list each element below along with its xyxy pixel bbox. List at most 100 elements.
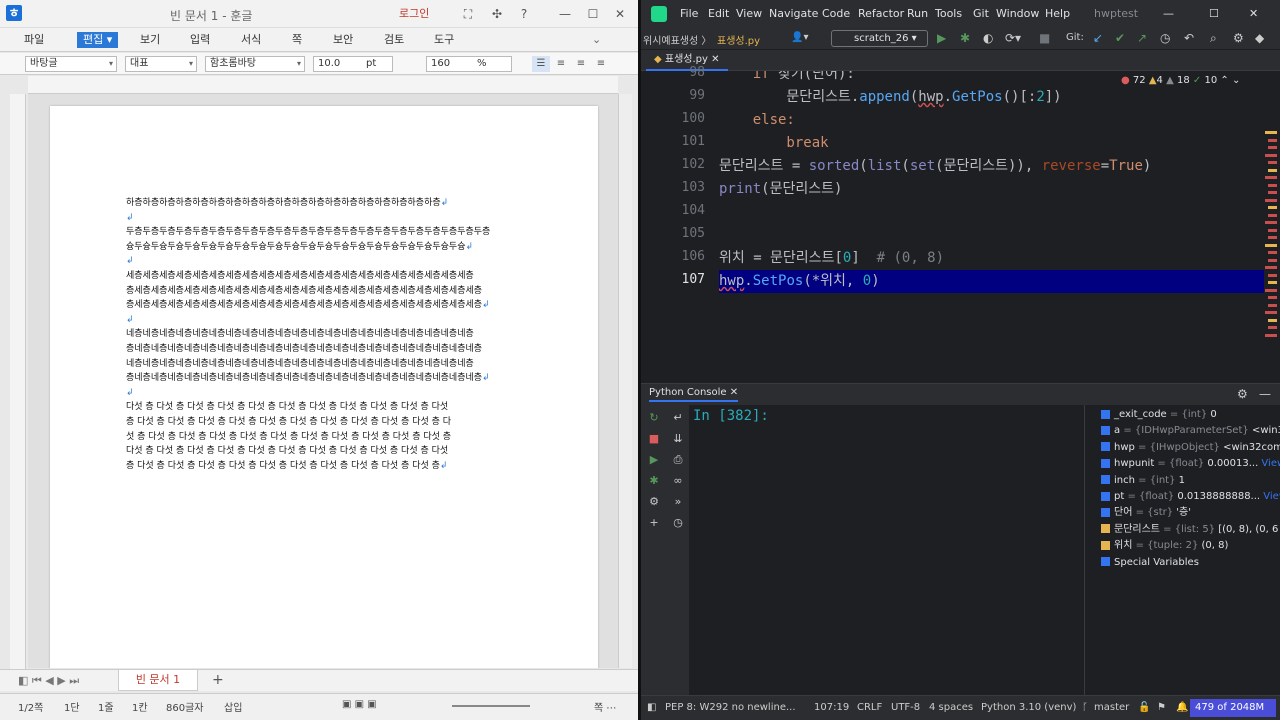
- console-output[interactable]: In [382]:: [691, 405, 1084, 695]
- menu-page[interactable]: 쪽: [292, 32, 302, 48]
- error-stripe-mark[interactable]: [1268, 273, 1277, 277]
- breadcrumb[interactable]: 위시예표생성 〉: [643, 32, 711, 47]
- coverage-icon[interactable]: ◐: [983, 31, 993, 45]
- font-combo[interactable]: 함초롬바탕 ▾: [205, 56, 305, 72]
- zoom-field[interactable]: 160%: [426, 56, 512, 72]
- chevron-down-icon[interactable]: ⌄: [1232, 75, 1240, 86]
- vertical-ruler[interactable]: [10, 94, 26, 669]
- debug-icon[interactable]: ✱: [647, 474, 661, 488]
- run-icon[interactable]: ▶: [937, 31, 946, 45]
- error-stripe-mark[interactable]: [1268, 161, 1277, 164]
- menu-help[interactable]: Help: [1045, 7, 1070, 20]
- variable-row[interactable]: a = {IDHwpParameterSet} <win3: [1089, 423, 1280, 439]
- empty-paragraph[interactable]: ↲: [126, 254, 526, 269]
- close-icon[interactable]: ✕: [612, 6, 628, 22]
- error-stripe-mark[interactable]: [1268, 281, 1277, 284]
- paragraph-2[interactable]: 두층두층두층두층두층두층두층두층두층두층두층두층두층두층두층두층두층두층두층두층…: [126, 225, 526, 254]
- code-line[interactable]: if 찾기(단어):: [719, 71, 855, 86]
- git-update-icon[interactable]: ↙: [1093, 31, 1103, 45]
- close-tab-icon[interactable]: ✕: [711, 54, 719, 65]
- history-icon[interactable]: ◷: [671, 516, 685, 530]
- font-size-field[interactable]: 10.0 pt: [313, 56, 393, 72]
- search-icon[interactable]: ⌕: [1210, 31, 1217, 46]
- status-interpreter[interactable]: Python 3.10 (venv): [981, 702, 1076, 713]
- resize-icon[interactable]: ✣: [489, 6, 505, 22]
- page-nav-icon[interactable]: ◧ ⏮ ◀ ▶ ⏭: [18, 674, 79, 688]
- help-icon[interactable]: ?: [516, 6, 532, 22]
- debug-icon[interactable]: ✱: [960, 31, 970, 45]
- zoom-menu-icon[interactable]: 쪽 ⋯: [594, 699, 616, 714]
- variable-row[interactable]: 문단리스트 = {list: 5} [(0, 8), (0, 6: [1089, 522, 1280, 538]
- view-link[interactable]: View: [1258, 458, 1280, 469]
- error-stripe-mark[interactable]: [1268, 168, 1277, 172]
- code-line[interactable]: 문단리스트 = sorted(list(set(문단리스트)), reverse…: [719, 155, 1151, 178]
- notifications-icon[interactable]: ⚑: [1157, 702, 1166, 713]
- error-stripe-mark[interactable]: [1268, 258, 1277, 262]
- status-encoding[interactable]: UTF-8: [891, 702, 920, 713]
- lock-icon[interactable]: 🔓: [1138, 702, 1150, 713]
- menu-navigate[interactable]: Navigate: [769, 7, 818, 20]
- code-line[interactable]: break: [719, 132, 828, 155]
- error-stripe-mark[interactable]: [1268, 213, 1277, 217]
- run-config-select[interactable]: scratch_26 ▾: [831, 30, 928, 47]
- paragraph-3[interactable]: 세층세층세층세층세층세층세층세층세층세층세층세층세층세층세층세층세층세층세층세층…: [126, 269, 526, 313]
- close-tab-icon[interactable]: ✕: [730, 387, 738, 398]
- memory-indicator[interactable]: 479 of 2048M: [1190, 699, 1276, 717]
- error-stripe-mark[interactable]: [1268, 251, 1277, 254]
- breadcrumb-file[interactable]: 표생성.py: [717, 32, 760, 47]
- menu-file[interactable]: 파일: [24, 32, 44, 48]
- error-stripe-mark[interactable]: [1265, 288, 1277, 292]
- user-icon[interactable]: 👤▾: [791, 32, 808, 43]
- profile-icon[interactable]: ⟳▾: [1005, 31, 1021, 45]
- menu-window[interactable]: Window: [996, 7, 1039, 20]
- menu-tools[interactable]: Tools: [935, 7, 962, 20]
- error-stripe-mark[interactable]: [1268, 138, 1277, 142]
- settings-icon[interactable]: ⚙: [1233, 31, 1244, 45]
- ide-logo-icon[interactable]: ◆: [1255, 31, 1264, 45]
- error-stripe[interactable]: [1265, 71, 1277, 364]
- minimize-icon[interactable]: —: [557, 6, 573, 22]
- error-stripe-mark[interactable]: [1268, 228, 1277, 232]
- code-line[interactable]: 위치 = 문단리스트[0] # (0, 8): [719, 247, 944, 270]
- code-line[interactable]: print(문단리스트): [719, 178, 842, 201]
- add-tab-icon[interactable]: +: [212, 672, 224, 688]
- document-tab[interactable]: 빈 문서 1: [118, 670, 198, 691]
- status-inspection[interactable]: PEP 8: W292 no newline...: [665, 702, 796, 713]
- scroll-end-icon[interactable]: ⇊: [671, 432, 685, 446]
- settings-icon[interactable]: ⚙: [647, 495, 661, 509]
- menu-file[interactable]: File: [680, 7, 698, 20]
- line-gutter[interactable]: 98 99 100 101 102 103 104 105 106 107: [641, 65, 713, 364]
- error-stripe-mark[interactable]: [1268, 206, 1277, 209]
- error-stripe-mark[interactable]: [1268, 191, 1277, 194]
- horizontal-ruler[interactable]: [28, 76, 618, 94]
- ribbon-collapse-icon[interactable]: ⌄: [592, 32, 601, 48]
- lang-combo[interactable]: 대표 ▾: [125, 56, 197, 72]
- variable-row[interactable]: hwp = {IHwpObject} <win32com: [1089, 440, 1280, 456]
- view-mode-icons[interactable]: ▣ ▣ ▣: [342, 699, 377, 710]
- empty-paragraph[interactable]: ↲: [126, 313, 526, 328]
- status-indent[interactable]: 4 spaces: [929, 702, 973, 713]
- maximize-icon[interactable]: ☐: [585, 6, 601, 22]
- git-commit-icon[interactable]: ✔: [1115, 31, 1125, 45]
- error-stripe-mark[interactable]: [1268, 318, 1277, 322]
- align-right-icon[interactable]: ≡: [592, 56, 610, 72]
- error-stripe-mark[interactable]: [1265, 243, 1277, 247]
- bell-icon[interactable]: 🔔: [1176, 702, 1188, 713]
- document-body[interactable]: 하층하층하층하층하층하층하층하층하층하층하층하층하층하층하층하층하층하층하층↲ …: [126, 196, 526, 473]
- code-line[interactable]: else:: [719, 109, 795, 132]
- error-stripe-mark[interactable]: [1268, 303, 1277, 307]
- menu-edit[interactable]: Edit: [708, 7, 729, 20]
- login-button[interactable]: 로그인: [395, 5, 433, 22]
- variable-row[interactable]: 위치 = {tuple: 2} (0, 8): [1089, 538, 1280, 554]
- variable-row[interactable]: hwpunit = {float} 0.00013... View: [1089, 456, 1280, 472]
- align-center-icon[interactable]: ≡: [572, 56, 590, 72]
- close-icon[interactable]: ✕: [1249, 7, 1258, 20]
- maximize-icon[interactable]: ☐: [1209, 7, 1219, 20]
- menu-security[interactable]: 보안: [333, 32, 353, 48]
- chevron-up-icon[interactable]: ⌃: [1220, 75, 1228, 86]
- stop-icon[interactable]: ■: [1039, 31, 1050, 45]
- error-stripe-mark[interactable]: [1265, 311, 1277, 314]
- variable-row[interactable]: _exit_code = {int} 0: [1089, 407, 1280, 423]
- error-stripe-mark[interactable]: [1265, 198, 1277, 202]
- error-stripe-mark[interactable]: [1268, 146, 1277, 149]
